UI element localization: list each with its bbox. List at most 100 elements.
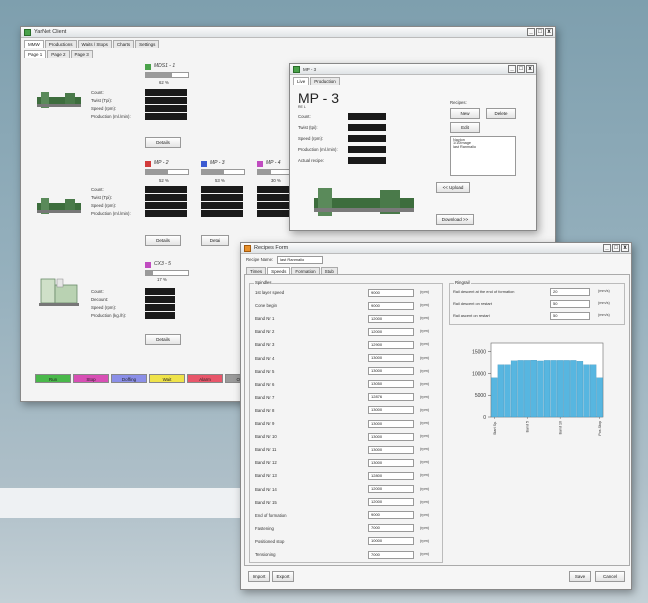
speed-row-input[interactable]: 13000 (368, 419, 414, 428)
mp2-details-button[interactable]: Details (145, 235, 181, 246)
speed-row-input[interactable]: 10000 (368, 537, 414, 546)
ringrail-row-input[interactable]: 20 (550, 287, 590, 296)
speed-row-input[interactable]: 7000 (368, 550, 414, 559)
machine-value (201, 202, 243, 209)
mp3-minimize-button[interactable]: _ (508, 65, 516, 73)
speed-chart: 0 5000 10000 15000 Start Sp. Band 5 Band 10 Pos… (472, 342, 604, 436)
cx3-status-color (145, 262, 151, 268)
minimize-button[interactable]: _ (527, 28, 535, 36)
status-wait: Wait (149, 374, 185, 383)
mds1-progress (145, 72, 189, 78)
edit-recipe-button[interactable]: Edit (450, 122, 480, 133)
cx3-details-button[interactable]: Details (145, 334, 181, 345)
mp3-maximize-button[interactable]: □ (517, 65, 525, 73)
speed-row-unit: (rpm) (420, 512, 430, 517)
speed-row-input[interactable]: 12800 (368, 471, 414, 480)
speed-row-label: Band Nr 5 (255, 368, 275, 374)
maximize-button[interactable]: □ (536, 28, 544, 36)
speed-row-input[interactable]: 13000 (368, 432, 414, 441)
export-button[interactable]: Export (272, 571, 294, 582)
recipes-close-button[interactable]: x (621, 244, 629, 252)
speed-row-input[interactable]: 13000 (368, 406, 414, 415)
recipe-list-item[interactable]: last Ranmalio (453, 145, 517, 149)
mds1-value-twist (145, 97, 187, 104)
mp3-titlebar: MP - 3 _ □ x (290, 64, 536, 75)
delete-recipe-button[interactable]: Delete (486, 108, 516, 119)
save-button[interactable]: Save (569, 571, 591, 582)
chart-bar (517, 360, 524, 418)
speed-row-input[interactable]: 12000 (368, 485, 414, 493)
recipes-minimize-button[interactable]: _ (603, 244, 611, 252)
speed-row-input[interactable]: 9000 (368, 288, 414, 297)
mds1-name: MDS1 - 1 (154, 63, 176, 69)
download-button[interactable]: Download >> (436, 214, 474, 225)
recipe-list[interactable]: Naylon 1/10Image last Ranmalio (450, 136, 516, 176)
mds1-details-button[interactable]: Details (145, 137, 181, 148)
mp3-label-speed: Speed (rpm): (298, 136, 324, 141)
machine-value (145, 186, 187, 193)
chart-bar (550, 360, 557, 418)
chart-bar (557, 360, 564, 418)
speed-row-unit: (rpm) (420, 499, 430, 504)
label-count-2: Count: (91, 187, 104, 192)
upload-button[interactable]: << Upload (436, 182, 470, 193)
tab-page-3[interactable]: Page 3 (70, 50, 93, 58)
machine-value (145, 210, 187, 217)
chart-bar (583, 364, 590, 418)
speed-row-input[interactable]: 13000 (368, 367, 414, 376)
recipe-name-input[interactable]: last Ranmalio (277, 256, 323, 264)
label-twist: Twist (Tpi): (91, 98, 113, 103)
mp3-details-button[interactable]: Detai (201, 235, 229, 246)
machine-name: MP - 2 (154, 160, 169, 166)
speed-row-input[interactable]: 13000 (368, 354, 414, 362)
speed-row-input[interactable]: 9000 (368, 511, 414, 520)
mp3-value-recipe (348, 157, 386, 164)
speed-row-input[interactable]: 9000 (368, 301, 414, 310)
tab-charts[interactable]: Charts (112, 40, 135, 48)
import-button[interactable]: Import (248, 571, 270, 582)
tab-productions[interactable]: Productions (44, 40, 77, 48)
speed-row-label: Band Nr 9 (255, 421, 275, 426)
close-button[interactable]: x (545, 28, 553, 36)
machine-percent: 53 % (215, 178, 225, 183)
mp3-close-button[interactable]: x (526, 65, 534, 73)
cx3-percent: 17 % (157, 277, 167, 282)
chart-bar (491, 377, 498, 418)
speeds-panel: Spindles 1st layer speed 9000 (rpm) Cone be… (244, 274, 630, 566)
ringrail-row-input[interactable]: 50 (550, 311, 590, 320)
speed-row-input[interactable]: 12000 (368, 498, 414, 507)
tab-mmw[interactable]: MMW (24, 40, 44, 48)
chart-bar (589, 364, 597, 418)
tab-page-1[interactable]: Page 1 (24, 50, 47, 58)
speed-row-label: Cone begin (255, 303, 277, 309)
tab-page-2[interactable]: Page 2 (47, 50, 70, 58)
recipes-maximize-button[interactable]: □ (612, 244, 620, 252)
cx3-progress-fill (146, 271, 154, 275)
ringrail-row-input[interactable]: 50 (550, 299, 590, 308)
speed-row-input[interactable]: 12900 (368, 340, 414, 349)
speed-row-input[interactable]: 12876 (368, 393, 414, 402)
speed-row-input[interactable]: 12000 (368, 314, 414, 323)
cancel-button[interactable]: Cancel (595, 571, 625, 582)
speed-row-input[interactable]: 12000 (368, 327, 414, 336)
mp3-window-title: MP - 3 (303, 66, 317, 72)
mds1-value-speed (145, 105, 187, 112)
speed-row-unit: (rpm) (420, 394, 430, 399)
tab-settings[interactable]: Settings (135, 40, 160, 48)
machine-progress-fill (146, 170, 168, 174)
speed-row-label: Band Nr 2 (255, 329, 275, 335)
speed-row-input[interactable]: 13050 (368, 380, 414, 389)
tab-live[interactable]: Live (293, 77, 310, 85)
machine-value (201, 210, 243, 217)
mds1-value-count (145, 89, 187, 96)
speed-row-unit: (rpm) (420, 368, 430, 373)
tab-waits-stops[interactable]: Waits / Stops (77, 40, 112, 48)
speed-row-input[interactable]: 13000 (368, 458, 414, 467)
new-recipe-button[interactable]: New (450, 108, 480, 119)
speed-row-input[interactable]: 7000 (368, 524, 414, 533)
chart-bar (570, 360, 577, 418)
machine-value (145, 194, 187, 201)
machine-status-color (257, 161, 263, 167)
speed-row-input[interactable]: 13000 (368, 445, 414, 454)
tab-production[interactable]: Production (310, 77, 340, 85)
